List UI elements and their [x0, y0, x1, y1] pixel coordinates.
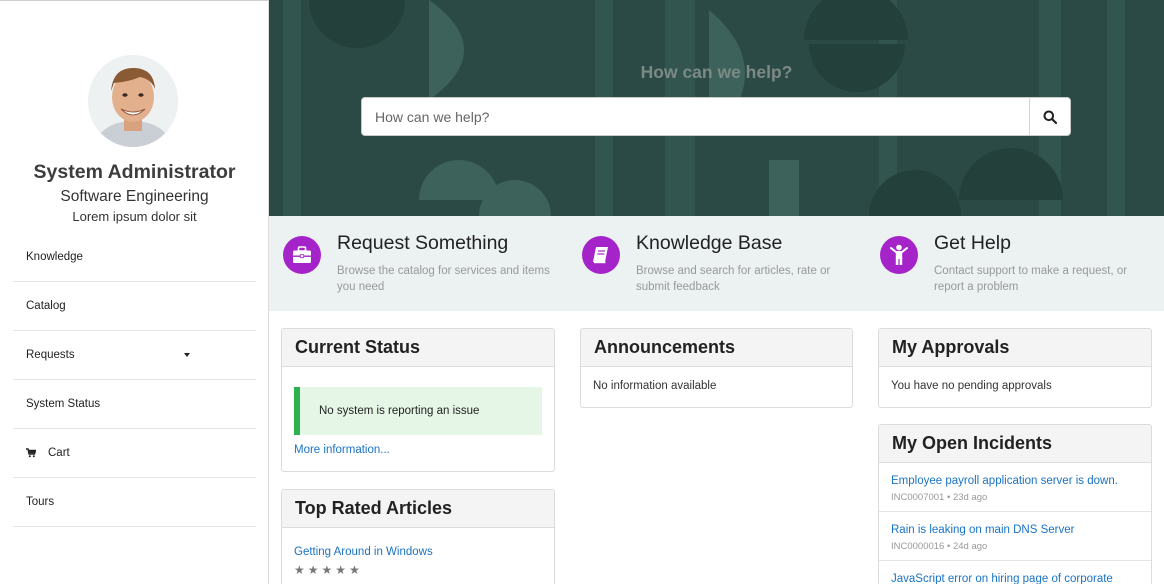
avatar[interactable] — [88, 55, 178, 147]
announcements-card: Announcements No information available — [580, 328, 853, 408]
current-status-card: Current Status No system is reporting an… — [281, 328, 555, 472]
profile-subtitle: Lorem ipsum dolor sit — [72, 209, 197, 224]
quick-links: Request Something Browse the catalog for… — [269, 216, 1164, 311]
hero-banner: How can we help? — [269, 0, 1164, 216]
profile-name: System Administrator — [33, 161, 236, 183]
sidebar-item-label: Knowledge — [26, 251, 83, 263]
quick-link-title: Knowledge Base — [636, 232, 783, 254]
search-bar — [361, 97, 1071, 136]
incident-item: JavaScript error on hiring page of corpo… — [879, 561, 1151, 584]
sidebar-item-system-status[interactable]: System Status — [13, 380, 256, 429]
my-open-incidents-card: My Open Incidents Employee payroll appli… — [878, 424, 1152, 584]
top-rated-articles-card: Top Rated Articles Getting Around in Win… — [281, 489, 555, 584]
incident-link[interactable]: Employee payroll application server is d… — [891, 475, 1118, 487]
quick-link-title: Request Something — [337, 232, 509, 254]
quick-link-request-something[interactable]: Request Something Browse the catalog for… — [269, 216, 559, 311]
sidebar-item-label: Tours — [26, 496, 55, 508]
quick-link-description: Browse and search for articles, rate or … — [636, 265, 831, 293]
more-information-link[interactable]: More information... — [294, 444, 554, 456]
sidebar: System Administrator Software Engineerin… — [0, 0, 269, 584]
article-link[interactable]: Getting Around in Windows — [294, 546, 433, 558]
sidebar-item-label: Catalog — [26, 300, 66, 312]
sidebar-item-knowledge[interactable]: Knowledge — [13, 233, 256, 282]
search-icon — [1043, 110, 1057, 124]
star-icon: ★ — [335, 563, 347, 577]
person-icon — [880, 236, 918, 274]
article-item: Getting Around in Windows ★ ★ ★ ★ ★ — [282, 528, 554, 576]
incident-age: 24d ago — [952, 541, 988, 552]
card-title: Announcements — [581, 329, 852, 367]
incident-meta: INC0007001 • 23d ago — [891, 492, 988, 503]
card-title: My Approvals — [879, 329, 1151, 367]
search-button[interactable] — [1029, 98, 1070, 135]
search-input[interactable] — [362, 98, 1029, 135]
incident-meta: INC0000016 • 24d ago — [891, 541, 988, 552]
sidebar-item-catalog[interactable]: Catalog — [13, 282, 256, 331]
status-alert: No system is reporting an issue — [294, 387, 542, 435]
cart-icon — [26, 448, 36, 458]
quick-link-description: Browse the catalog for services and item… — [337, 265, 550, 293]
sidebar-nav: Knowledge Catalog Requests System Status — [13, 233, 256, 527]
briefcase-icon — [283, 236, 321, 274]
sidebar-item-label: Requests — [26, 349, 75, 361]
star-icon: ★ — [321, 563, 333, 577]
star-icon: ★ — [294, 563, 305, 577]
sidebar-item-requests[interactable]: Requests — [13, 331, 256, 380]
incident-item: Employee payroll application server is d… — [879, 463, 1151, 512]
caret-down-icon — [184, 353, 190, 357]
quick-link-get-help[interactable]: Get Help Contact support to make a reque… — [866, 216, 1156, 311]
card-title: My Open Incidents — [879, 425, 1151, 463]
incident-age: 23d ago — [952, 492, 988, 503]
incident-number: INC0007001 — [891, 492, 945, 503]
service-portal-page: System Administrator Software Engineerin… — [0, 0, 1164, 584]
announcements-message: No information available — [593, 380, 717, 392]
hero-title: How can we help? — [640, 62, 793, 82]
star-rating[interactable]: ★ ★ ★ ★ ★ — [294, 564, 542, 576]
star-icon: ★ — [307, 563, 319, 577]
book-icon — [582, 236, 620, 274]
quick-link-title: Get Help — [934, 232, 1011, 254]
star-icon: ★ — [349, 563, 360, 577]
incident-link[interactable]: Rain is leaking on main DNS Server — [891, 524, 1074, 536]
card-title: Top Rated Articles — [282, 490, 554, 528]
incident-number: INC0000016 — [891, 541, 945, 552]
sidebar-item-cart[interactable]: Cart — [13, 429, 256, 478]
card-title: Current Status — [282, 329, 554, 367]
sidebar-item-label: Cart — [48, 447, 70, 459]
sidebar-item-label: System Status — [26, 398, 101, 410]
incident-link[interactable]: JavaScript error on hiring page of corpo… — [891, 573, 1113, 584]
quick-link-knowledge-base[interactable]: Knowledge Base Browse and search for art… — [568, 216, 858, 311]
incident-item: Rain is leaking on main DNS Server INC00… — [879, 512, 1151, 561]
profile-department: Software Engineering — [60, 188, 209, 205]
approvals-message: You have no pending approvals — [891, 380, 1052, 392]
sidebar-item-tours[interactable]: Tours — [13, 478, 256, 527]
my-approvals-card: My Approvals You have no pending approva… — [878, 328, 1152, 408]
quick-link-description: Contact support to make a request, or re… — [934, 265, 1128, 293]
